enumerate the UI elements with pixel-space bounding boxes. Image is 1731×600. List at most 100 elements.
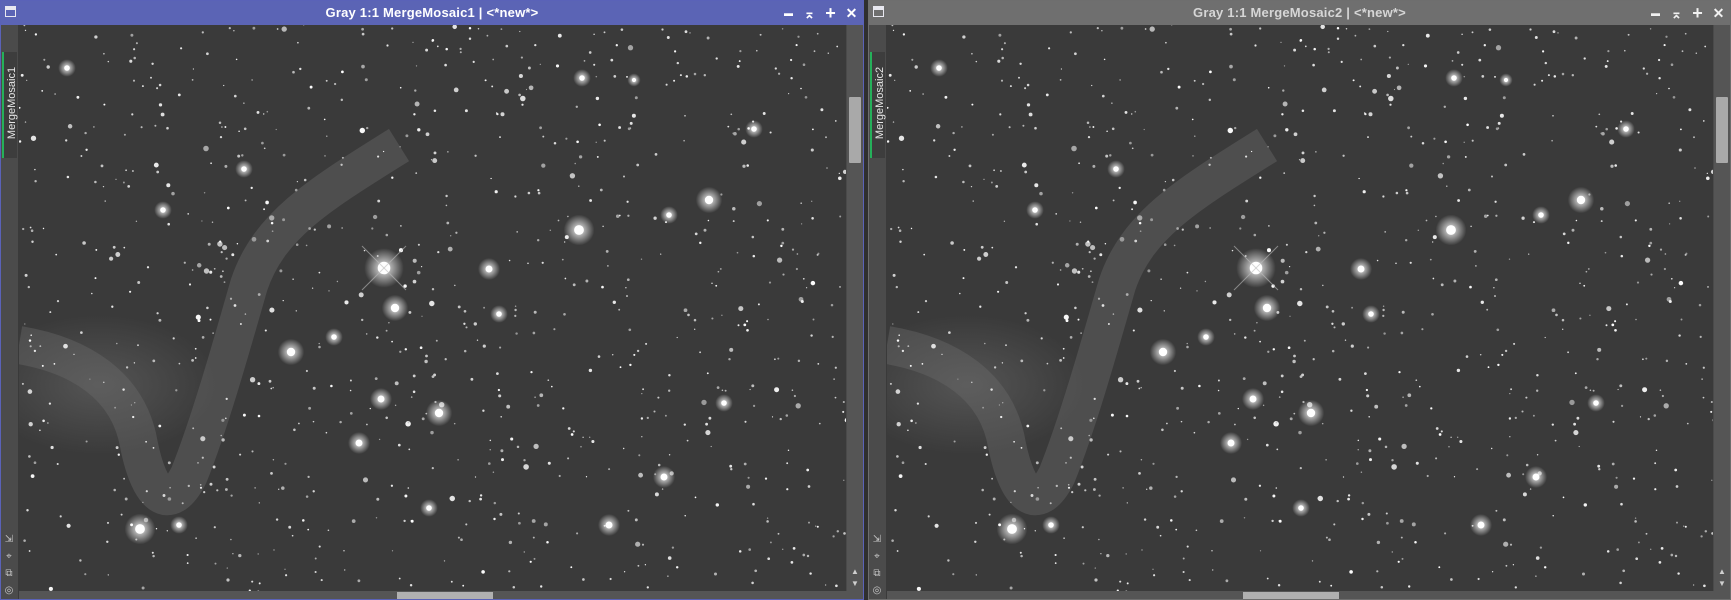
star [254, 487, 256, 489]
duplicate-view-icon[interactable]: ⧉ [3, 568, 15, 580]
star [123, 246, 126, 249]
horizontal-scroll-thumb[interactable] [397, 592, 493, 599]
star [622, 447, 625, 450]
star [1240, 214, 1246, 220]
view-tab-mergemosaic2[interactable]: MergeMosaic2 [870, 52, 886, 158]
horizontal-scroll-thumb[interactable] [1243, 592, 1339, 599]
settings-icon[interactable]: ◎ [871, 585, 883, 597]
close-button[interactable]: ✕ [844, 5, 859, 21]
settings-icon[interactable]: ◎ [3, 585, 15, 597]
window-titlebar[interactable]: Gray 1:1 MergeMosaic2 | <*new*> ▬ ⌅ + ✕ [869, 1, 1730, 25]
star [371, 227, 374, 230]
star [474, 476, 477, 478]
shade-button[interactable]: ▬ [781, 6, 796, 21]
star [1069, 31, 1072, 34]
star [1391, 551, 1394, 553]
close-button[interactable]: ✕ [1711, 5, 1726, 21]
vertical-scroll-thumb[interactable] [1716, 97, 1728, 163]
star [141, 586, 145, 590]
star [1000, 79, 1004, 82]
vertical-scrollbar[interactable]: ▲ ▼ [1714, 25, 1730, 591]
restore-button[interactable]: ⌅ [802, 6, 817, 21]
image-window-2[interactable]: Gray 1:1 MergeMosaic2 | <*new*> ▬ ⌅ + ✕ … [868, 0, 1731, 600]
scroll-down-arrow[interactable]: ▼ [1714, 578, 1730, 589]
star [999, 113, 1002, 116]
image-view[interactable] [19, 25, 846, 591]
restore-button[interactable]: ⌅ [1669, 6, 1684, 21]
star [1704, 45, 1707, 48]
star [1259, 550, 1262, 552]
star [1086, 121, 1090, 125]
star [449, 495, 456, 502]
shade-button[interactable]: ▬ [1648, 6, 1663, 21]
star [1282, 89, 1285, 92]
star [34, 168, 36, 171]
vertical-scrollbar[interactable]: ▲ ▼ [847, 25, 863, 591]
star [985, 453, 988, 456]
star [291, 534, 294, 537]
star [203, 192, 206, 194]
duplicate-view-icon[interactable]: ⧉ [871, 568, 883, 580]
star [1046, 362, 1049, 365]
view-tab-strip: MergeMosaic2 ⇲ ⌖ ⧉ ◎ [869, 25, 887, 599]
zoom-fit-icon[interactable]: ⌖ [3, 551, 15, 563]
star [27, 285, 30, 289]
vertical-scroll-thumb[interactable] [849, 97, 861, 163]
scroll-up-arrow[interactable]: ▲ [847, 566, 863, 577]
view-tab-mergemosaic1[interactable]: MergeMosaic1 [2, 52, 18, 158]
scroll-up-arrow[interactable]: ▲ [1714, 566, 1730, 577]
resize-icon[interactable]: ⇲ [3, 534, 15, 546]
star [222, 270, 224, 273]
star [570, 433, 574, 436]
star [445, 194, 448, 198]
star [838, 172, 840, 175]
zoom-fit-icon[interactable]: ⌖ [871, 551, 883, 563]
star [1368, 112, 1373, 117]
star [1035, 222, 1038, 226]
star [975, 574, 977, 576]
star [1159, 534, 1162, 537]
star [888, 73, 892, 77]
star [257, 553, 259, 555]
star [1262, 404, 1265, 407]
maximize-button[interactable]: + [1690, 4, 1705, 22]
star [890, 227, 893, 231]
star [1289, 417, 1293, 421]
star [810, 334, 813, 337]
star [377, 199, 381, 203]
resize-icon[interactable]: ⇲ [871, 534, 883, 546]
star [1465, 355, 1469, 358]
star [1122, 487, 1124, 489]
star [1431, 312, 1434, 316]
star [831, 335, 834, 338]
star [76, 95, 80, 99]
star [313, 228, 316, 231]
horizontal-scrollbar[interactable] [19, 591, 846, 599]
star [303, 178, 307, 182]
star [221, 126, 223, 128]
star [1301, 151, 1305, 155]
star [1059, 79, 1062, 81]
star [833, 378, 835, 380]
star [1415, 461, 1419, 465]
star [318, 342, 320, 345]
window-titlebar[interactable]: Gray 1:1 MergeMosaic1 | <*new*> ▬ ⌅ + ✕ [1, 1, 863, 25]
star [1009, 586, 1013, 590]
star [1272, 494, 1276, 498]
star [1367, 136, 1369, 139]
horizontal-scrollbar[interactable] [887, 591, 1713, 599]
bright-star [574, 225, 584, 235]
star [1491, 175, 1493, 178]
star [270, 472, 273, 475]
scroll-down-arrow[interactable]: ▼ [847, 578, 863, 589]
bright-star [1007, 524, 1017, 534]
image-window-1[interactable]: Gray 1:1 MergeMosaic1 | <*new*> ▬ ⌅ + ✕ … [0, 0, 864, 600]
star [27, 389, 33, 394]
maximize-button[interactable]: + [823, 4, 838, 22]
star [516, 231, 519, 233]
star [446, 221, 450, 225]
image-view[interactable] [887, 25, 1713, 591]
star [694, 496, 697, 499]
star [1522, 492, 1527, 497]
star [361, 64, 365, 69]
